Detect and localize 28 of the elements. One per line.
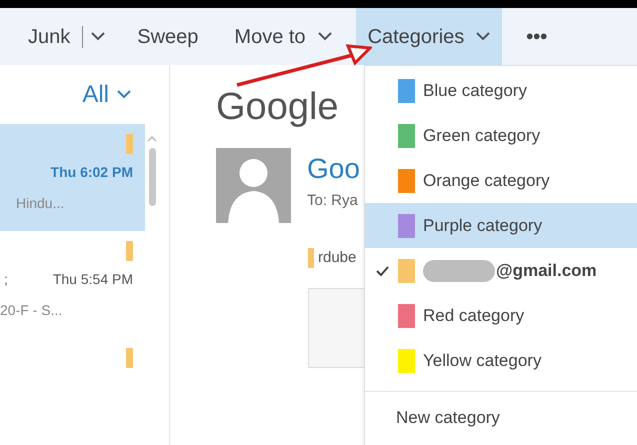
more-button[interactable]: ••• bbox=[514, 8, 560, 65]
message-preview: 20-F - S... bbox=[0, 301, 62, 320]
scroll-up-icon[interactable] bbox=[147, 136, 157, 142]
chevron-down-icon bbox=[476, 32, 490, 41]
message-time: Thu 5:54 PM bbox=[52, 270, 133, 289]
person-avatar-icon bbox=[216, 148, 291, 223]
redaction-block bbox=[423, 260, 495, 282]
chevron-down-icon bbox=[318, 32, 332, 41]
category-tag-icon bbox=[308, 248, 314, 268]
flag-icon bbox=[126, 241, 133, 261]
recipient-line: To: Rya bbox=[307, 191, 359, 211]
category-tag: rdube bbox=[318, 247, 356, 270]
chevron-down-icon bbox=[91, 32, 106, 41]
message-separator: ; bbox=[4, 270, 8, 289]
flag-icon bbox=[126, 134, 133, 154]
filter-dropdown[interactable]: All bbox=[82, 76, 131, 112]
sender-name: Goo bbox=[307, 152, 360, 186]
message-time: Thu 6:02 PM bbox=[50, 163, 133, 182]
dropdown-button[interactable]: Categories bbox=[356, 8, 502, 65]
category-menu-item[interactable]: Purple category bbox=[365, 203, 637, 248]
dropdown-button[interactable]: Move to bbox=[222, 8, 344, 65]
email-subject: Google bbox=[216, 85, 339, 130]
chevron-down-icon bbox=[117, 90, 131, 99]
flag-icon bbox=[126, 348, 133, 368]
toolbar-button[interactable]: Sweep bbox=[129, 8, 206, 65]
junk-button[interactable]: Junk bbox=[20, 8, 114, 65]
scrollbar-thumb[interactable] bbox=[148, 148, 156, 206]
message-preview: Hindu... bbox=[15, 194, 64, 213]
